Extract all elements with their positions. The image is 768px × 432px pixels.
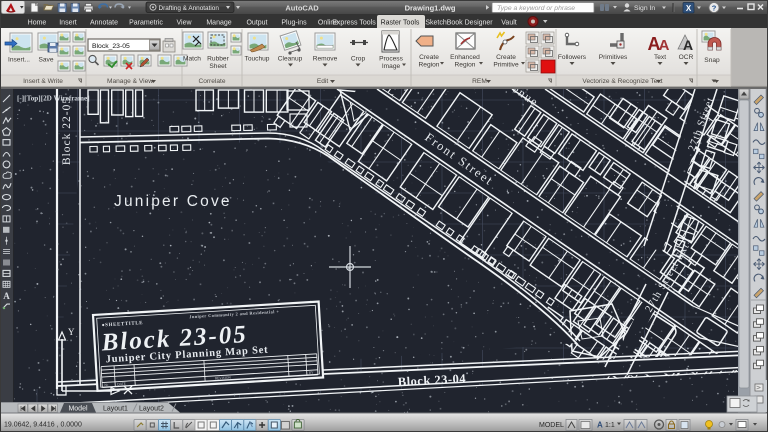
svg-text:Vault: Vault: [501, 20, 516, 27]
svg-text:OCR: OCR: [679, 54, 694, 61]
svg-text:Region: Region: [455, 62, 476, 69]
svg-text:1:1: 1:1: [605, 422, 615, 429]
svg-text:Layout1: Layout1: [103, 406, 128, 413]
svg-text:Create: Create: [496, 54, 516, 61]
svg-text:View: View: [176, 20, 192, 27]
svg-text:Parametric: Parametric: [129, 20, 163, 27]
svg-text:A: A: [3, 291, 10, 301]
svg-text:Manage: Manage: [206, 20, 231, 27]
svg-text:Image: Image: [382, 63, 401, 70]
svg-text:Insert & Write: Insert & Write: [23, 78, 63, 85]
svg-text:SketchBook Designer: SketchBook Designer: [425, 20, 493, 27]
svg-text:Insert: Insert: [59, 20, 77, 27]
svg-text:Match: Match: [183, 56, 201, 63]
svg-text:A: A: [597, 421, 603, 430]
svg-text:Annotate: Annotate: [90, 20, 118, 27]
svg-text:Type a keyword or phrase: Type a keyword or phrase: [497, 5, 575, 12]
svg-text:Output: Output: [246, 20, 267, 27]
svg-text:Remove: Remove: [313, 56, 338, 63]
svg-text:No: No: [104, 383, 109, 387]
svg-text:Create: Create: [419, 54, 439, 61]
svg-text:Block_23-05: Block_23-05: [92, 43, 130, 50]
svg-text:Raster Tools: Raster Tools: [381, 20, 420, 27]
svg-text:Layout2: Layout2: [139, 406, 164, 413]
svg-text:Touchup: Touchup: [245, 56, 270, 63]
svg-text:AutoCAD: AutoCAD: [285, 4, 319, 13]
svg-text:Process: Process: [379, 56, 404, 63]
svg-text:Home: Home: [28, 20, 47, 27]
svg-text:A: A: [659, 37, 670, 54]
svg-text:Model: Model: [68, 406, 88, 413]
svg-text:Primitive: Primitive: [493, 62, 519, 69]
svg-text:Edit: Edit: [317, 78, 329, 85]
svg-text:Save: Save: [38, 57, 53, 64]
svg-text:?: ?: [712, 4, 717, 13]
svg-text:Vectorize & Recognize Text: Vectorize & Recognize Text: [582, 78, 662, 85]
svg-text:Text: Text: [654, 54, 666, 61]
svg-text:Crop: Crop: [351, 56, 366, 63]
svg-text:[-][Top][2D Wireframe]: [-][Top][2D Wireframe]: [17, 95, 90, 103]
svg-text:Region: Region: [419, 62, 440, 69]
svg-text:REM: REM: [472, 78, 487, 85]
svg-text:MODEL: MODEL: [539, 422, 564, 429]
svg-text:A: A: [683, 37, 693, 53]
svg-text:Primitives: Primitives: [599, 54, 628, 61]
svg-text:Rubber: Rubber: [207, 56, 229, 63]
svg-text:Snap: Snap: [704, 57, 720, 64]
svg-text:Enhanced: Enhanced: [450, 54, 480, 61]
svg-text:Block 22-05: Block 22-05: [61, 97, 73, 165]
svg-text:Manage & View: Manage & View: [107, 78, 153, 85]
svg-text:Insert...: Insert...: [8, 57, 30, 64]
svg-text:Y: Y: [68, 327, 75, 337]
svg-text:19.0642, 9.4416 , 0.0000: 19.0642, 9.4416 , 0.0000: [4, 422, 82, 429]
svg-text:Sign In: Sign In: [634, 5, 655, 12]
svg-text:DATE: DATE: [117, 382, 126, 387]
svg-text:Plug-ins: Plug-ins: [281, 20, 307, 27]
svg-text:Drafting & Annotation: Drafting & Annotation: [159, 5, 220, 12]
svg-text:BY: BY: [309, 370, 314, 374]
svg-text:Correlate: Correlate: [198, 78, 225, 85]
svg-text:X: X: [686, 4, 692, 13]
svg-text:Juniper Cove: Juniper Cove: [114, 193, 232, 210]
svg-text:Followers: Followers: [558, 54, 587, 61]
svg-text:Drawing1.dwg: Drawing1.dwg: [405, 4, 456, 13]
svg-text:Express Tools: Express Tools: [332, 20, 376, 27]
svg-text:Sheet: Sheet: [209, 63, 226, 70]
svg-text:Cleanup: Cleanup: [278, 56, 303, 63]
